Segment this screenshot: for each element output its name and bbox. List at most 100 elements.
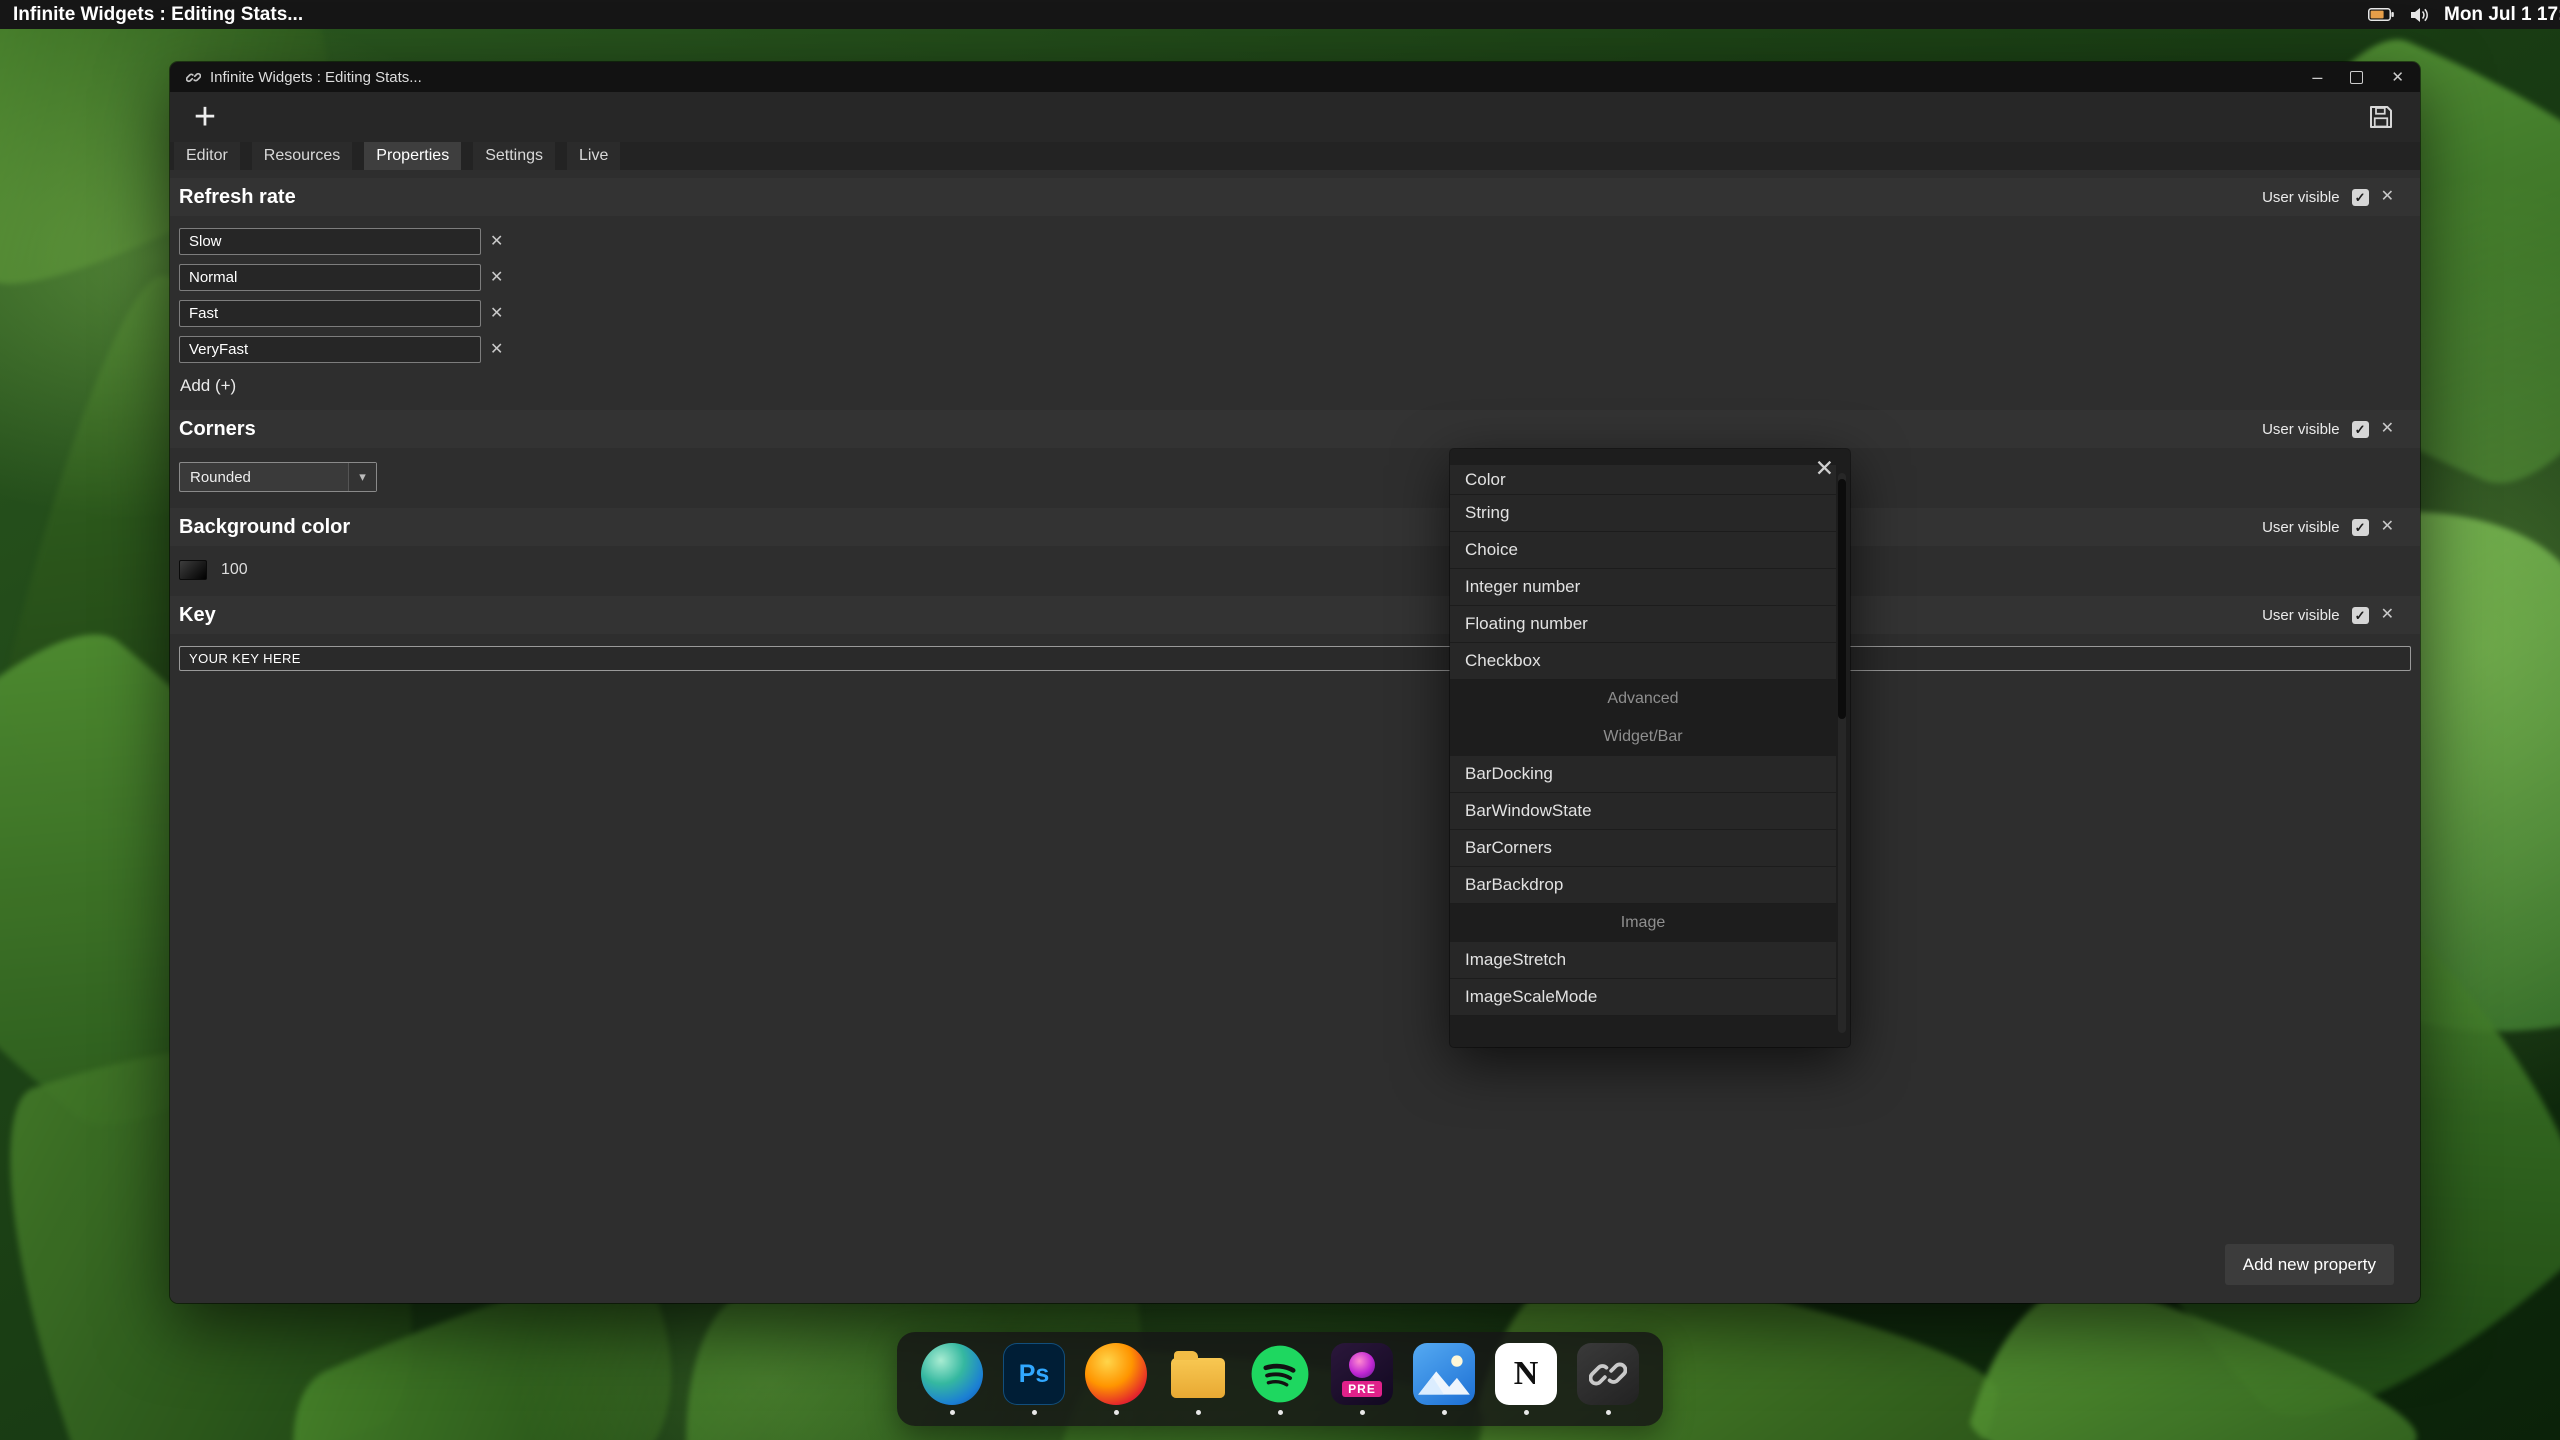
- option-input-fast[interactable]: [179, 300, 481, 327]
- running-indicator: [1032, 1410, 1037, 1415]
- option-row: ✕: [179, 264, 2420, 291]
- dock-app-files[interactable]: [1167, 1343, 1229, 1415]
- dock-app-infinite-widgets[interactable]: [1577, 1343, 1639, 1415]
- remove-option-icon[interactable]: ✕: [490, 270, 503, 286]
- user-visible-checkbox[interactable]: ✓: [2352, 189, 2369, 206]
- property-type-modal: ✕ Color String Choice Integer number Flo…: [1450, 449, 1850, 1047]
- property-type-checkbox[interactable]: Checkbox: [1450, 643, 1836, 680]
- tab-live[interactable]: Live: [567, 142, 620, 170]
- section-title: Corners: [179, 418, 256, 441]
- remove-option-icon[interactable]: ✕: [490, 306, 503, 322]
- property-type-imagescalemode[interactable]: ImageScaleMode: [1450, 979, 1836, 1016]
- close-button[interactable]: ✕: [2391, 68, 2404, 86]
- add-option-button[interactable]: Add (+): [179, 372, 269, 406]
- user-visible-label: User visible: [2262, 607, 2340, 624]
- key-input[interactable]: [179, 646, 2411, 671]
- battery-icon: [2368, 8, 2394, 21]
- section-title: Key: [179, 604, 216, 627]
- clock[interactable]: Mon Jul 1 17:1: [2444, 4, 2560, 26]
- check-icon: ✓: [2355, 521, 2366, 534]
- property-type-bardocking[interactable]: BarDocking: [1450, 756, 1836, 793]
- property-type-barwindowstate[interactable]: BarWindowState: [1450, 793, 1836, 830]
- check-icon: ✓: [2355, 423, 2366, 436]
- property-type-integer-number[interactable]: Integer number: [1450, 569, 1836, 606]
- property-type-floating-number[interactable]: Floating number: [1450, 606, 1836, 643]
- premiere-logo-blob: [1349, 1352, 1375, 1378]
- option-input-veryfast[interactable]: [179, 336, 481, 363]
- dock-app-spotify[interactable]: [1249, 1343, 1311, 1415]
- dock-app-photoshop[interactable]: Ps: [1003, 1343, 1065, 1415]
- remove-property-icon[interactable]: ✕: [2381, 421, 2394, 437]
- color-swatch[interactable]: [179, 560, 207, 580]
- option-input-slow[interactable]: [179, 228, 481, 255]
- minimize-button[interactable]: –: [2312, 68, 2322, 86]
- modal-close-icon[interactable]: ✕: [1815, 457, 1834, 480]
- dropdown-value: Rounded: [180, 469, 251, 486]
- property-type-color[interactable]: Color: [1450, 465, 1836, 495]
- property-type-string[interactable]: String: [1450, 495, 1836, 532]
- photos-icon: [1413, 1343, 1475, 1405]
- option-input-normal[interactable]: [179, 264, 481, 291]
- alpha-value: 100: [221, 561, 248, 579]
- remove-property-icon[interactable]: ✕: [2381, 189, 2394, 205]
- running-indicator: [1196, 1410, 1201, 1415]
- chevron-down-icon: ▾: [348, 463, 376, 491]
- infinite-widgets-chain-icon: [1577, 1343, 1639, 1405]
- tab-editor[interactable]: Editor: [174, 142, 240, 170]
- user-visible-label: User visible: [2262, 421, 2340, 438]
- running-indicator: [1114, 1410, 1119, 1415]
- property-type-choice[interactable]: Choice: [1450, 532, 1836, 569]
- modal-scrollbar[interactable]: [1838, 473, 1846, 1033]
- check-icon: ✓: [2355, 191, 2366, 204]
- save-icon: [2366, 102, 2396, 132]
- premiere-label: PRE: [1342, 1381, 1382, 1397]
- running-indicator: [1524, 1410, 1529, 1415]
- remove-property-icon[interactable]: ✕: [2381, 519, 2394, 535]
- property-type-barcorners[interactable]: BarCorners: [1450, 830, 1836, 867]
- user-visible-checkbox[interactable]: ✓: [2352, 519, 2369, 536]
- property-type-imagestretch[interactable]: ImageStretch: [1450, 942, 1836, 979]
- save-button[interactable]: [2364, 100, 2398, 134]
- window-titlebar[interactable]: Infinite Widgets : Editing Stats... – ✕: [170, 62, 2420, 92]
- option-row: ✕: [179, 300, 2420, 327]
- user-visible-checkbox[interactable]: ✓: [2352, 421, 2369, 438]
- dock-app-notion[interactable]: N: [1495, 1343, 1557, 1415]
- premiere-icon: PRE: [1331, 1343, 1393, 1405]
- dock-app-premiere[interactable]: PRE: [1331, 1343, 1393, 1415]
- dock: Ps: [897, 1332, 1663, 1426]
- remove-property-icon[interactable]: ✕: [2381, 607, 2394, 623]
- add-new-property-button[interactable]: Add new property: [2225, 1244, 2394, 1285]
- property-section-key: Key User visible ✓ ✕: [170, 596, 2420, 671]
- section-title: Background color: [179, 516, 350, 539]
- maximize-button[interactable]: [2350, 71, 2363, 84]
- user-visible-label: User visible: [2262, 189, 2340, 206]
- category-advanced: Advanced: [1450, 680, 1836, 718]
- check-icon: ✓: [2355, 609, 2366, 622]
- user-visible-checkbox[interactable]: ✓: [2352, 607, 2369, 624]
- running-indicator: [1442, 1410, 1447, 1415]
- section-header: Key User visible ✓ ✕: [170, 596, 2420, 634]
- folder-icon: [1167, 1343, 1229, 1405]
- property-section-refresh-rate: Refresh rate User visible ✓ ✕ ✕: [170, 178, 2420, 410]
- corners-dropdown[interactable]: Rounded ▾: [179, 462, 377, 492]
- remove-option-icon[interactable]: ✕: [490, 234, 503, 250]
- dock-app-edge[interactable]: [921, 1343, 983, 1415]
- property-type-list: Color String Choice Integer number Float…: [1450, 465, 1836, 1041]
- photoshop-icon: Ps: [1003, 1343, 1065, 1405]
- tab-properties[interactable]: Properties: [364, 142, 461, 170]
- property-section-corners: Corners User visible ✓ ✕ Rounded ▾: [170, 410, 2420, 508]
- category-image: Image: [1450, 904, 1836, 942]
- tab-resources[interactable]: Resources: [252, 142, 352, 170]
- add-widget-button[interactable]: +: [182, 94, 228, 140]
- window-toolbar: +: [170, 92, 2420, 142]
- dock-app-firefox[interactable]: [1085, 1343, 1147, 1415]
- modal-scrollbar-thumb[interactable]: [1838, 479, 1846, 719]
- window-title: Infinite Widgets : Editing Stats...: [210, 69, 422, 86]
- spotify-icon: [1249, 1343, 1311, 1405]
- dock-app-photos[interactable]: [1413, 1343, 1475, 1415]
- volume-icon: [2409, 6, 2429, 24]
- tab-settings[interactable]: Settings: [473, 142, 555, 170]
- remove-option-icon[interactable]: ✕: [490, 342, 503, 358]
- option-row: ✕: [179, 336, 2420, 363]
- property-type-barbackdrop[interactable]: BarBackdrop: [1450, 867, 1836, 904]
